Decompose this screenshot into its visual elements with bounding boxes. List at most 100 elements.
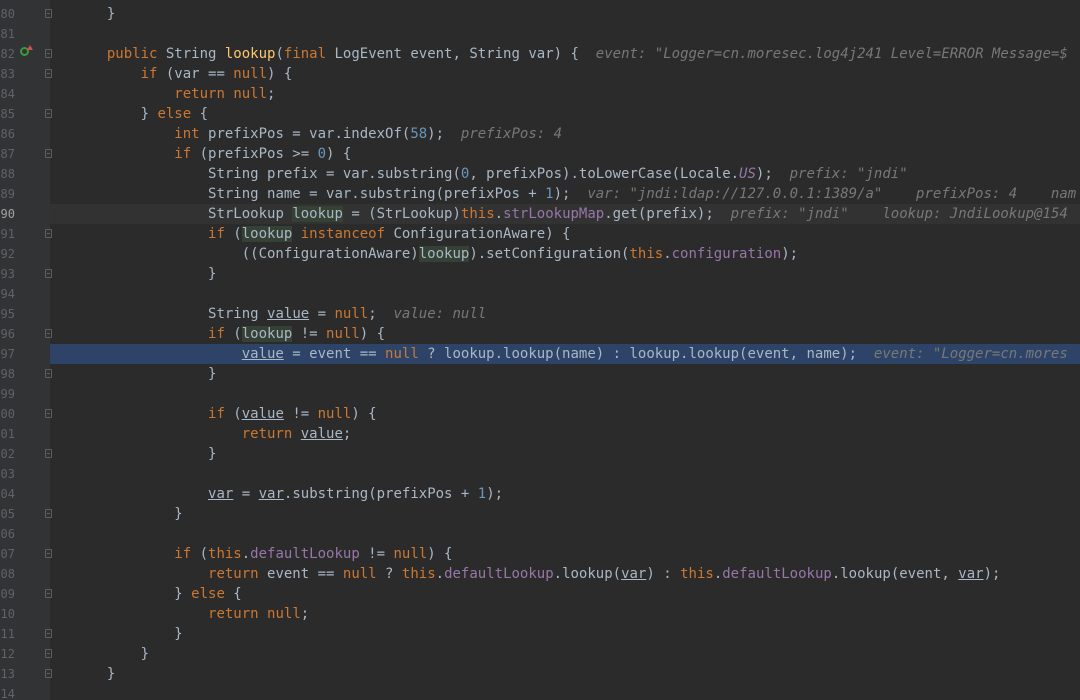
- code-line-89: String name = var.substring(prefixPos + …: [50, 184, 1080, 204]
- code-token: String prefix = var.substring(: [208, 166, 461, 182]
- line-number-81: 81: [0, 27, 15, 41]
- code-area[interactable]: } public String lookup(final LogEvent ev…: [50, 0, 1080, 700]
- line-number-111: 111: [0, 627, 15, 641]
- code-text: String value = null; value: null: [90, 304, 486, 324]
- code-line-100: if (value != null) {: [50, 404, 1080, 424]
- code-line-86: int prefixPos = var.indexOf(58); prefixP…: [50, 124, 1080, 144]
- keyword: else: [191, 586, 225, 602]
- number-literal: 0: [317, 146, 327, 162]
- code-token: .: [435, 566, 445, 582]
- code-token: }: [174, 586, 192, 602]
- code-token: , prefixPos).toLowerCase(Locale.: [469, 166, 740, 182]
- code-line-107: if (this.defaultLookup != null) {: [50, 544, 1080, 564]
- code-line-112: }: [50, 644, 1080, 664]
- line-number-86: 86: [0, 127, 15, 141]
- line-number-96: 96: [0, 327, 15, 341]
- code-text: int prefixPos = var.indexOf(58); prefixP…: [90, 124, 562, 144]
- keyword: if: [174, 546, 192, 562]
- code-text: return null;: [90, 84, 275, 104]
- code-line-113: }: [50, 664, 1080, 684]
- line-number-113: 113: [0, 667, 15, 681]
- line-number-114: 114: [0, 687, 15, 700]
- code-token: .: [241, 546, 251, 562]
- code-token: ? lookup.lookup(name) : lookup.lookup(ev…: [418, 346, 858, 362]
- field: defaultLookup: [722, 566, 832, 582]
- code-editor[interactable]: 80 81 82 83 84 85 86 87 88 89 90 91 92 9…: [0, 0, 1080, 700]
- line-number-104: 104: [0, 487, 15, 501]
- code-text: }: [90, 664, 115, 684]
- keyword: null: [334, 306, 369, 322]
- code-text: return event == null ? this.defaultLooku…: [90, 564, 1000, 584]
- debug-inline-value: prefix: "jndi" lookup: JndiLookup@154: [730, 206, 1068, 222]
- brace: }: [208, 266, 217, 282]
- keyword: null: [267, 606, 301, 622]
- code-line-82: public String lookup(final LogEvent even…: [50, 44, 1080, 64]
- code-text: if (value != null) {: [90, 404, 377, 424]
- code-line-101: return value;: [50, 424, 1080, 444]
- keyword: this: [208, 546, 242, 562]
- keyword: this: [629, 246, 664, 262]
- code-token: );: [755, 166, 773, 182]
- code-text: StrLookup lookup = (StrLookup)this.strLo…: [90, 204, 1068, 224]
- line-number-103: 103: [0, 467, 15, 481]
- gutter[interactable]: 80 81 82 83 84 85 86 87 88 89 90 91 92 9…: [0, 0, 52, 700]
- code-line-105: }: [50, 504, 1080, 524]
- debug-inline-value: var: "jndi:ldap://127.0.0.1:1389/a" pref…: [587, 186, 1077, 202]
- code-token: );: [781, 246, 799, 262]
- keyword: null: [393, 546, 428, 562]
- line-number-90: 90: [0, 207, 15, 221]
- code-token: );: [427, 126, 445, 142]
- code-token: (: [275, 46, 284, 62]
- brace: }: [174, 506, 183, 522]
- code-line-98: }: [50, 364, 1080, 384]
- code-token: = event ==: [283, 346, 386, 362]
- reassigned-variable: var: [258, 486, 284, 502]
- code-token: {: [191, 106, 209, 122]
- code-token: );: [486, 486, 504, 502]
- code-token: = (StrLookup): [342, 206, 461, 222]
- keyword: null: [317, 406, 352, 422]
- debug-inline-value: prefix: "jndi": [789, 166, 908, 182]
- line-number-89: 89: [0, 187, 15, 201]
- reassigned-variable: value: [241, 406, 284, 422]
- code-text: }: [90, 624, 182, 644]
- keyword: null: [342, 566, 377, 582]
- debug-inline-value: event: "Logger=cn.moresec.log4j241 Level…: [595, 46, 1068, 62]
- code-token: ?: [376, 566, 402, 582]
- keyword: int: [174, 126, 200, 142]
- keyword: instanceof: [300, 226, 386, 242]
- code-text: }: [90, 444, 216, 464]
- keyword: null: [385, 346, 419, 362]
- code-text: if (prefixPos >= 0) {: [90, 144, 351, 164]
- method-name: lookup: [224, 46, 276, 62]
- line-number-109: 109: [0, 587, 15, 601]
- line-number-95: 95: [0, 307, 15, 321]
- variable-highlight: lookup: [418, 246, 470, 262]
- number-literal: 58: [410, 126, 428, 142]
- line-number-91: 91: [0, 227, 15, 241]
- field: configuration: [671, 246, 782, 262]
- reassigned-variable: var: [958, 566, 984, 582]
- code-text: }: [90, 264, 216, 284]
- number-literal: 1: [477, 486, 487, 502]
- code-token: String: [208, 306, 268, 322]
- code-token: String name = var.substring(prefixPos +: [208, 186, 546, 202]
- line-number-112: 112: [0, 647, 15, 661]
- reassigned-variable: value: [267, 306, 310, 322]
- code-token: ;: [267, 86, 276, 102]
- line-number-106: 106: [0, 527, 15, 541]
- code-text: if (this.defaultLookup != null) {: [90, 544, 452, 564]
- code-text: String name = var.substring(prefixPos + …: [90, 184, 1076, 204]
- code-token: String: [157, 46, 225, 62]
- code-token: prefixPos = var.indexOf(: [199, 126, 411, 142]
- code-token: !=: [292, 326, 327, 342]
- line-number-83: 83: [0, 67, 15, 81]
- code-token: ConfigurationAware) {: [385, 226, 571, 242]
- code-token: !=: [283, 406, 318, 422]
- code-token: ) :: [646, 566, 681, 582]
- static-field: US: [739, 166, 756, 182]
- line-number-99: 99: [0, 387, 15, 401]
